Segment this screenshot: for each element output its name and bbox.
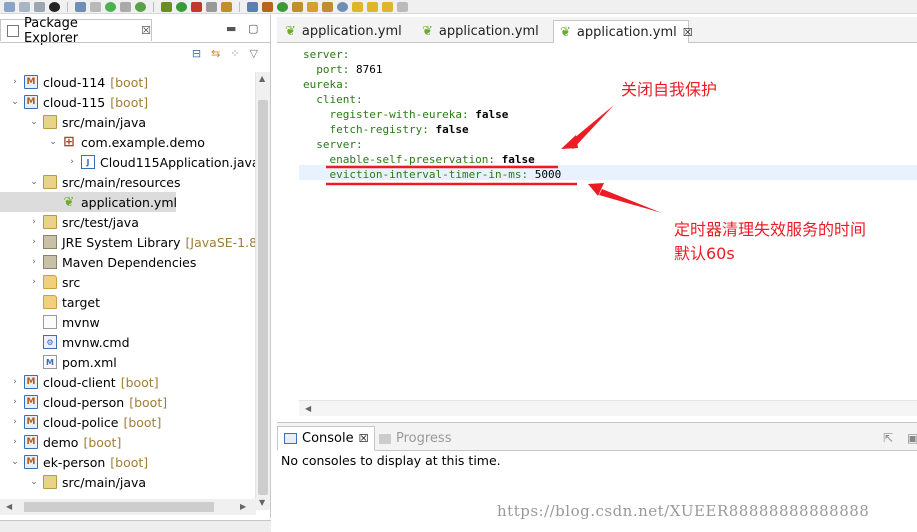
console-tab[interactable]: Console ☒ bbox=[277, 426, 376, 451]
close-icon[interactable]: ☒ bbox=[359, 432, 369, 445]
annotation-eviction-line1: 定时器清理失效服务的时间 bbox=[674, 220, 867, 239]
annotation-eviction-line2: 默认60s bbox=[674, 244, 735, 263]
arrow-to-eviction-interval bbox=[599, 189, 662, 213]
progress-tab[interactable]: Progress bbox=[373, 426, 457, 451]
display-console-icon[interactable]: ▣ bbox=[907, 431, 917, 445]
watermark: https://blog.csdn.net/XUEER8888888888888… bbox=[497, 502, 870, 520]
console-tab-bar: Console ☒ Progress ⇱ ▣ bbox=[277, 423, 917, 451]
annotation-self-preservation: 关闭自我保护 bbox=[621, 80, 718, 99]
progress-icon bbox=[379, 433, 391, 444]
arrow-head-icon bbox=[561, 135, 578, 149]
open-console-icon[interactable]: ⇱ bbox=[883, 431, 893, 445]
console-icon bbox=[284, 433, 297, 444]
console-message: No consoles to display at this time. bbox=[281, 453, 501, 468]
